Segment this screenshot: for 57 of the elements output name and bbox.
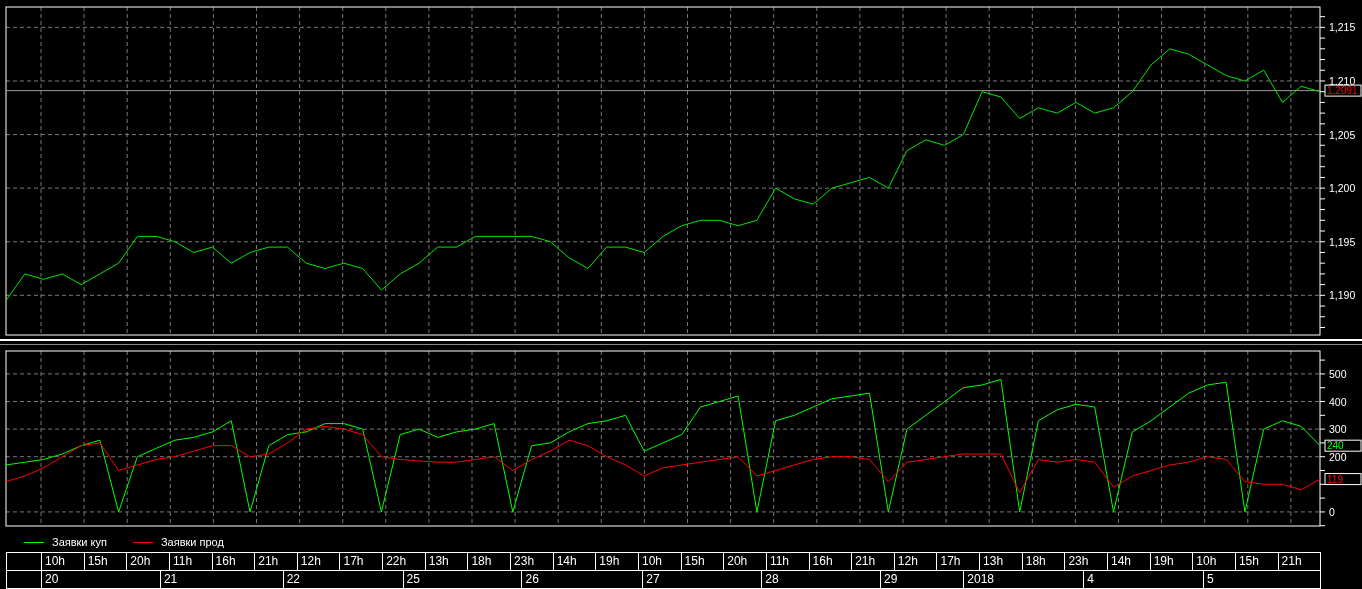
- hour-label: 20h: [127, 553, 170, 570]
- y-tick-label: 1,215: [1329, 21, 1356, 34]
- hour-label: 18h: [468, 553, 512, 570]
- y-tick-label: 1,195: [1329, 235, 1356, 248]
- date-label: 2018: [964, 571, 1085, 588]
- hour-label: 15h: [1235, 553, 1279, 570]
- y-tick-label: 300: [1329, 423, 1347, 436]
- hour-label: 14h: [553, 553, 597, 570]
- hour-label: 19h: [596, 553, 639, 570]
- hour-label: 23h: [511, 553, 554, 570]
- legend-label: Заявки куп: [52, 536, 107, 548]
- legend-label: Заявки прод: [160, 536, 224, 548]
- y-tick-label: 400: [1329, 395, 1347, 408]
- date-label: 27: [643, 571, 763, 588]
- date-label: 21: [160, 571, 284, 588]
- date-label: 22: [283, 571, 404, 588]
- date-label: 20: [42, 571, 161, 588]
- hour-label: 12h: [297, 553, 341, 570]
- y-tick-label: 500: [1329, 368, 1347, 381]
- hour-label: 19h: [1150, 553, 1194, 570]
- hour-label: 13h: [980, 553, 1023, 570]
- last-value-badge: 1,2091: [1324, 84, 1362, 97]
- hour-label: 15h: [84, 553, 128, 570]
- date-label: 28: [762, 571, 882, 588]
- hour-label: 15h: [681, 553, 725, 570]
- y-tick-label: 0: [1329, 506, 1335, 519]
- date-label: 5: [1204, 571, 1321, 588]
- hour-label: 21h: [255, 553, 298, 570]
- y-tick-label: 1,190: [1329, 289, 1356, 302]
- y-tick-label: 1,200: [1329, 182, 1356, 195]
- date-label: 29: [881, 571, 965, 588]
- hour-label: 20h: [724, 553, 767, 570]
- hour-label: 11h: [169, 553, 213, 570]
- date-label: 25: [403, 571, 523, 588]
- hour-label: 11h: [766, 553, 810, 570]
- hour-label: 16h: [212, 553, 256, 570]
- hour-label: 10h: [638, 553, 682, 570]
- hour-label: 23h: [1065, 553, 1108, 570]
- y-tick-label: 1,205: [1329, 128, 1356, 141]
- hour-label: 12h: [894, 553, 938, 570]
- hour-label: 18h: [1022, 553, 1066, 570]
- y-tick-label: 200: [1329, 451, 1347, 464]
- hour-label: 13h: [425, 553, 469, 570]
- hour-label: 21h: [852, 553, 895, 570]
- y-tick-label: 1,210: [1329, 74, 1356, 87]
- hour-label: 16h: [809, 553, 853, 570]
- hour-label: 10h: [1193, 553, 1236, 570]
- date-label: 4: [1084, 571, 1205, 588]
- date-label: 26: [522, 571, 644, 588]
- hour-label: 14h: [1108, 553, 1151, 570]
- last-value-badge: 119: [1324, 473, 1362, 486]
- hour-label: 21h: [1278, 553, 1322, 570]
- hour-label: 22h: [383, 553, 426, 570]
- hour-label: 17h: [937, 553, 981, 570]
- hour-label: 17h: [340, 553, 384, 570]
- last-value-badge: 240: [1324, 440, 1362, 453]
- hour-label: 10h: [42, 553, 85, 570]
